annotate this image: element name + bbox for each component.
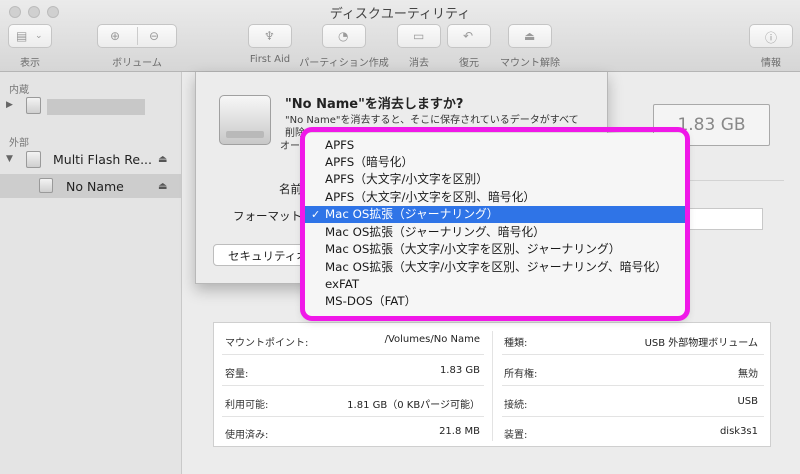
info-label: 情報 — [761, 58, 781, 69]
device-label: 装置: — [504, 430, 528, 441]
mount-point-label: マウントポイント: — [225, 338, 309, 349]
available-value: 1.81 GB（0 KBパージ可能） — [347, 400, 480, 411]
used-label: 使用済み: — [225, 430, 269, 441]
internal-disk-icon — [26, 97, 41, 114]
available-label: 利用可能: — [225, 400, 269, 411]
used-value: 21.8 MB — [439, 426, 480, 437]
partition-button[interactable]: ◔ — [322, 24, 366, 48]
mount-point-value: /Volumes/No Name — [384, 334, 480, 345]
info-control[interactable]: ⓘ 情報 — [749, 24, 793, 69]
restore-control[interactable]: ↶ 復元 — [447, 24, 491, 69]
restore-icon: ↶ — [463, 29, 474, 43]
device-value: disk3s1 — [719, 426, 758, 437]
info-button[interactable]: ⓘ — [749, 24, 793, 48]
disclosure-triangle-open-icon[interactable]: ▼ — [6, 154, 13, 164]
eject-icon[interactable]: ⏏ — [158, 154, 167, 165]
info-icon: ⓘ — [765, 31, 778, 45]
unmount-label: マウント解除 — [500, 58, 560, 69]
first-aid-control[interactable]: ♆ First Aid — [248, 24, 292, 65]
restore-button[interactable]: ↶ — [447, 24, 491, 48]
add-volume-icon[interactable]: ⊕ — [110, 29, 120, 43]
volume-icon — [39, 178, 53, 193]
pie-icon: ◔ — [338, 29, 349, 43]
volume-control[interactable]: ⊕ ⊖ ボリューム — [97, 24, 177, 69]
erase-label: 消去 — [409, 58, 429, 69]
info-divider — [492, 331, 493, 441]
first-aid-label: First Aid — [249, 54, 291, 65]
type-value: USB 外部物理ボリューム — [644, 338, 758, 349]
stethoscope-icon: ♆ — [264, 29, 275, 43]
sidebar-item-volume[interactable]: No Name — [66, 179, 124, 194]
unmount-button[interactable]: ⏏ — [508, 24, 552, 48]
connection-value: USB — [737, 396, 758, 407]
sidebar-item-external-disk[interactable]: Multi Flash Re... — [53, 152, 152, 167]
capacity-label: 容量: — [225, 369, 249, 380]
volume-label: ボリューム — [112, 58, 162, 69]
erase-control[interactable]: ▭ 消去 — [397, 24, 441, 69]
connection-label: 接続: — [504, 400, 528, 411]
partition-label: パーティション作成 — [299, 58, 389, 69]
view-control[interactable]: ▤ ⌄ 表示 — [8, 24, 52, 69]
erase-icon: ▭ — [413, 29, 425, 43]
sheet-title: "No Name"を消去しますか? — [285, 97, 464, 112]
external-header: 外部 — [9, 138, 29, 149]
restore-label: 復元 — [459, 58, 479, 69]
view-label: 表示 — [20, 58, 40, 69]
owners-label: 所有権: — [504, 369, 538, 380]
title-bar: ディスクユーティリティ ▤ ⌄ 表示 ⊕ ⊖ ボリューム ♆ First Aid… — [0, 0, 800, 72]
format-label: フォーマット — [233, 209, 302, 223]
name-label: 名前 — [279, 182, 302, 196]
volume-button-group[interactable]: ⊕ ⊖ — [97, 24, 177, 48]
owners-value: 無効 — [738, 369, 758, 380]
volume-eject-icon[interactable]: ⏏ — [158, 181, 167, 192]
info-table: マウントポイント: /Volumes/No Name 容量: 1.83 GB 利… — [213, 322, 771, 447]
unmount-control[interactable]: ⏏ マウント解除 — [498, 24, 562, 69]
window-title: ディスクユーティリティ — [329, 7, 471, 22]
external-disk-icon — [26, 151, 41, 168]
sidebar: 内蔵 ▶ 外部 ▼ Multi Flash Re... ⏏ No Name ⏏ — [0, 72, 182, 474]
highlight-outline — [300, 127, 690, 321]
sheet-desc-line-1: "No Name"を消去すると、そこに保存されているデータがすべて — [285, 115, 579, 126]
chevron-down-icon: ⌄ — [35, 31, 43, 41]
capacity-value: 1.83 GB — [439, 365, 480, 376]
internal-header: 内蔵 — [9, 85, 29, 96]
sidebar-icon: ▤ — [16, 29, 28, 43]
disclosure-triangle-icon[interactable]: ▶ — [6, 100, 13, 110]
type-label: 種類: — [504, 338, 528, 349]
external-disk-large-icon — [219, 95, 271, 145]
first-aid-button[interactable]: ♆ — [248, 24, 292, 48]
unmount-icon: ⏏ — [524, 29, 536, 43]
partition-control[interactable]: ◔ パーティション作成 — [298, 24, 390, 69]
erase-button[interactable]: ▭ — [397, 24, 441, 48]
view-button[interactable]: ▤ ⌄ — [8, 24, 52, 48]
internal-disk-name-redacted[interactable] — [47, 99, 145, 115]
remove-volume-icon[interactable]: ⊖ — [149, 29, 159, 43]
